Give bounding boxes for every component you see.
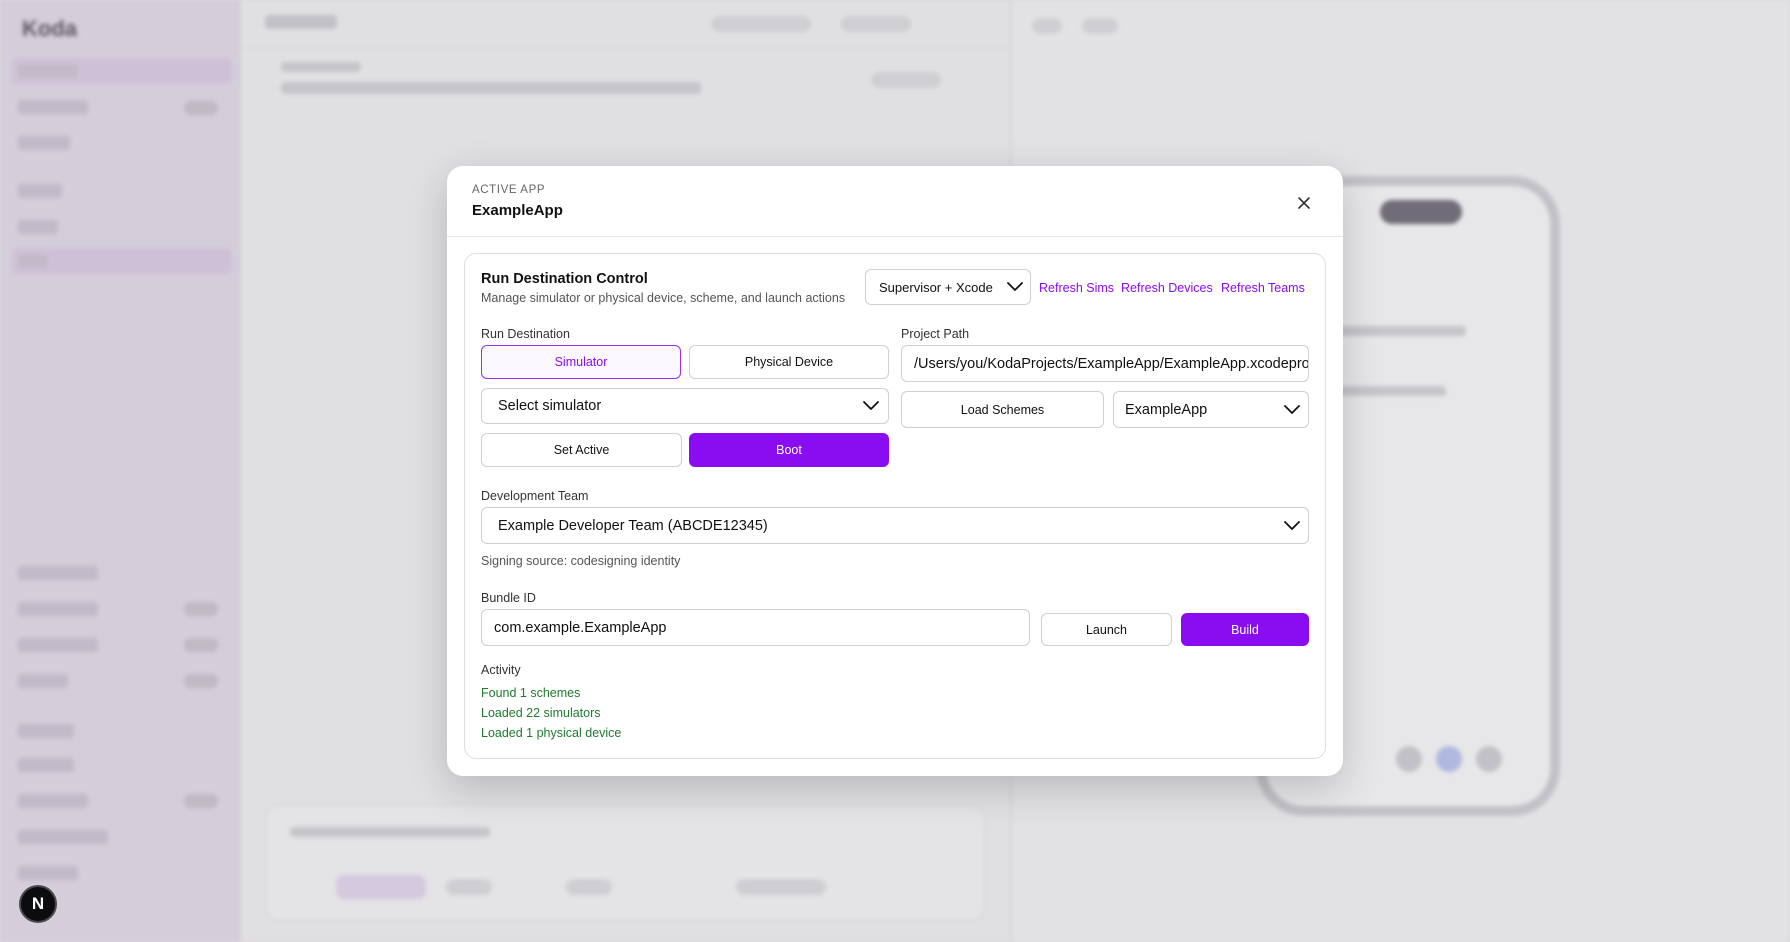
chevron-down-icon	[1284, 405, 1300, 414]
card-subtitle: Manage simulator or physical device, sch…	[481, 291, 846, 305]
mode-select-value: Supervisor + Xcode	[879, 280, 993, 295]
bundle-id-label: Bundle ID	[481, 591, 536, 605]
project-path-label: Project Path	[901, 327, 970, 341]
activity-log-line: Loaded 22 simulators	[481, 706, 601, 720]
chevron-down-icon	[863, 401, 879, 410]
signing-source-hint: Signing source: codesigning identity	[481, 554, 681, 568]
development-team-label: Development Team	[481, 489, 589, 503]
simulator-select[interactable]: Select simulator	[481, 388, 889, 424]
bundle-id-input[interactable]: com.example.ExampleApp	[481, 609, 1030, 646]
refresh-teams-link[interactable]: Refresh Teams	[1221, 281, 1305, 295]
project-path-value: /Users/you/KodaProjects/ExampleApp/Examp…	[914, 355, 1309, 372]
active-app-modal: ACTIVE APP ExampleApp Run Destination Co…	[447, 166, 1343, 776]
run-destination-label: Run Destination	[481, 327, 570, 341]
simulator-tab[interactable]: Simulator	[481, 345, 681, 379]
modal-header: ACTIVE APP ExampleApp	[447, 166, 1343, 237]
modal-title: ExampleApp	[472, 202, 563, 219]
activity-log-line: Found 1 schemes	[481, 686, 581, 700]
boot-button[interactable]: Boot	[689, 433, 889, 467]
activity-log-line: Loaded 1 physical device	[481, 726, 622, 740]
development-team-value: Example Developer Team (ABCDE12345)	[498, 517, 768, 534]
refresh-devices-link[interactable]: Refresh Devices	[1121, 281, 1213, 295]
mode-select[interactable]: Supervisor + Xcode	[865, 269, 1031, 305]
launch-button[interactable]: Launch	[1041, 613, 1172, 646]
chevron-down-icon	[1007, 282, 1023, 291]
bundle-id-value: com.example.ExampleApp	[494, 619, 667, 636]
modal-label: ACTIVE APP	[472, 184, 546, 196]
next-dev-badge[interactable]: N	[19, 885, 57, 923]
close-icon	[1298, 197, 1310, 209]
simulator-select-value: Select simulator	[498, 398, 602, 414]
scheme-select-value: ExampleApp	[1125, 401, 1208, 418]
build-button[interactable]: Build	[1181, 613, 1309, 646]
run-destination-card: Run Destination Control Manage simulator…	[464, 253, 1326, 759]
scheme-select[interactable]: ExampleApp	[1113, 391, 1309, 428]
close-button[interactable]	[1295, 194, 1313, 212]
chevron-down-icon	[1284, 521, 1300, 530]
physical-device-tab[interactable]: Physical Device	[689, 345, 889, 379]
activity-label: Activity	[481, 663, 521, 677]
set-active-button[interactable]: Set Active	[481, 433, 682, 467]
refresh-sims-link[interactable]: Refresh Sims	[1039, 281, 1114, 295]
project-path-input[interactable]: /Users/you/KodaProjects/ExampleApp/Examp…	[901, 345, 1309, 382]
development-team-select[interactable]: Example Developer Team (ABCDE12345)	[481, 507, 1309, 544]
load-schemes-button[interactable]: Load Schemes	[901, 391, 1104, 428]
card-title: Run Destination Control	[481, 271, 648, 287]
